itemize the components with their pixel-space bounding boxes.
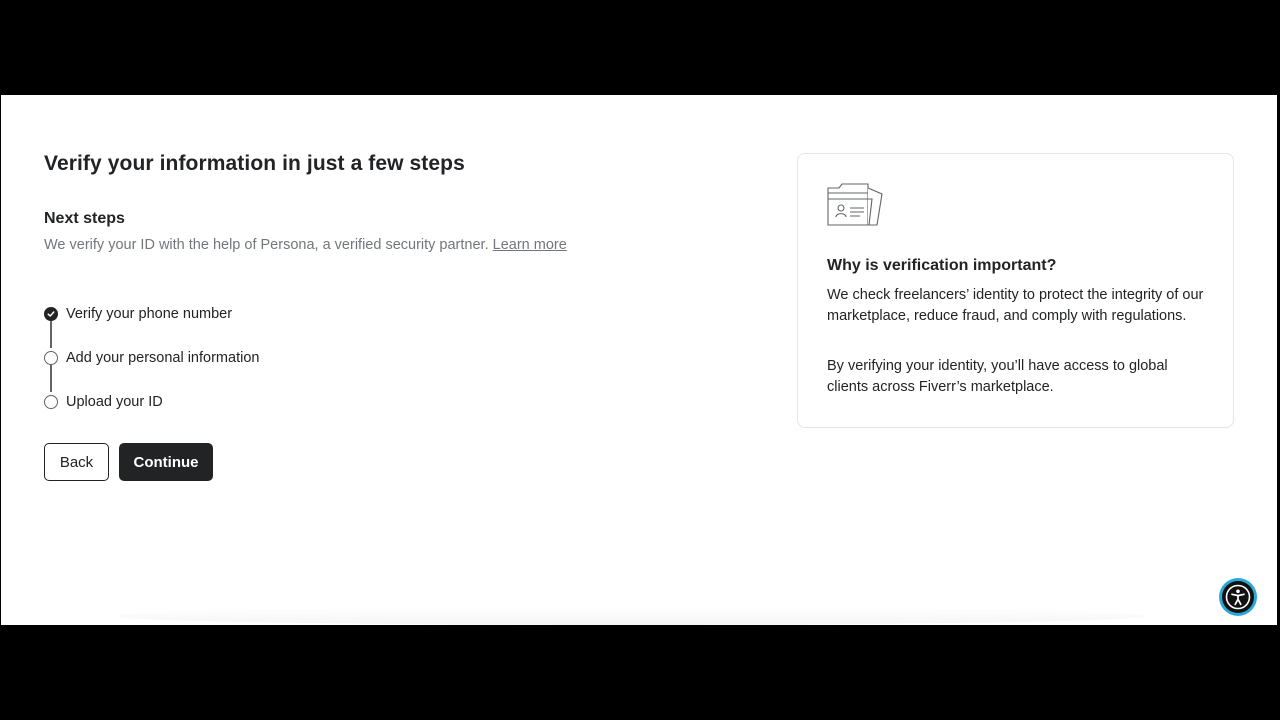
card-paragraph: By verifying your identity, you’ll have … xyxy=(827,358,1168,395)
verification-info-card: Why is verification important? We check … xyxy=(797,153,1234,428)
step-personal-info: Add your personal information xyxy=(44,347,259,369)
step-label: Verify your phone number xyxy=(66,306,233,322)
empty-circle-icon xyxy=(44,395,58,409)
footer-shadow xyxy=(116,607,1146,625)
continue-button[interactable]: Continue xyxy=(119,443,213,481)
check-icon xyxy=(44,307,58,321)
step-upload-id: Upload your ID xyxy=(44,391,163,413)
description-text: We verify your ID with the help of Perso… xyxy=(44,237,493,253)
step-label: Upload your ID xyxy=(66,394,163,410)
step-connector xyxy=(50,365,52,392)
learn-more-link[interactable]: Learn more xyxy=(493,237,567,253)
back-button[interactable]: Back xyxy=(44,443,109,481)
page-title: Verify your information in just a few st… xyxy=(44,152,465,175)
card-title: Why is verification important? xyxy=(827,257,1057,274)
next-steps-description: We verify your ID with the help of Perso… xyxy=(44,235,584,256)
step-label: Add your personal information xyxy=(66,350,260,366)
accessibility-icon xyxy=(1222,581,1254,613)
card-paragraph: We check freelancers’ identity to protec… xyxy=(827,287,1204,324)
id-folder-icon xyxy=(827,181,883,232)
step-verify-phone: Verify your phone number xyxy=(44,303,232,325)
accessibility-button[interactable] xyxy=(1219,578,1257,616)
step-connector xyxy=(50,321,52,348)
next-steps-heading: Next steps xyxy=(44,210,125,227)
empty-circle-icon xyxy=(44,351,58,365)
page-viewport: Verify your information in just a few st… xyxy=(1,95,1277,625)
